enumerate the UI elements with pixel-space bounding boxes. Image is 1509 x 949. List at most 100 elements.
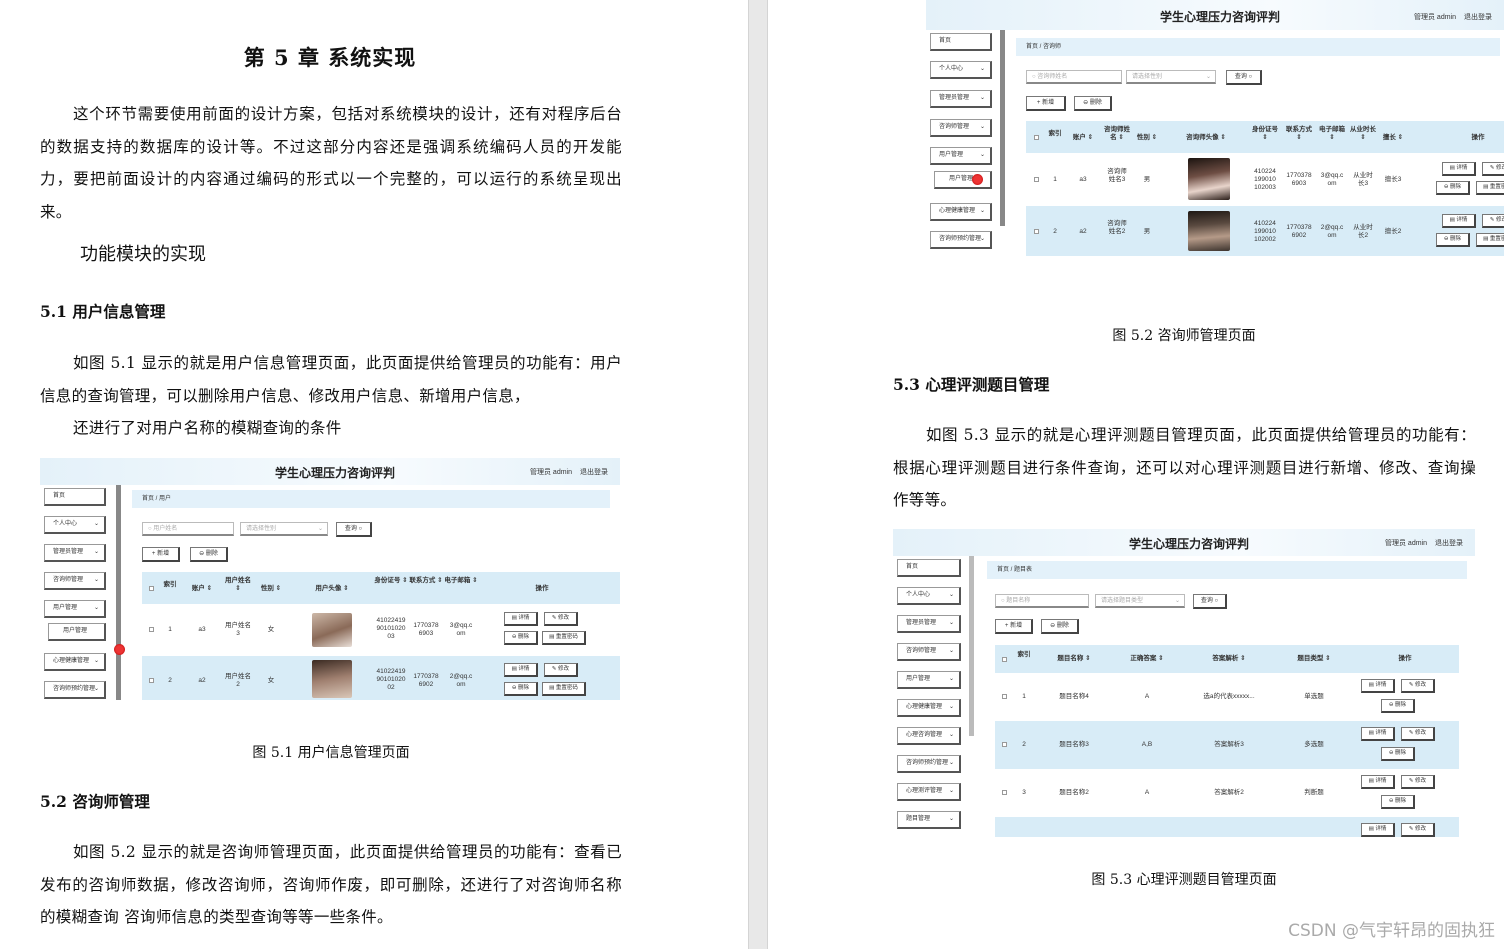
logout-link[interactable]: 退出登录 [1435, 540, 1463, 547]
table-row: 1 题目名称4 A 选a的代表xxxxx... 单选题 ▤ 详情 ✎ 修改 ⊖ … [995, 673, 1459, 721]
select-all-checkbox[interactable] [149, 586, 154, 591]
breadcrumb: 首页 / 咨询师 [1016, 38, 1500, 56]
sidebar-scrollbar[interactable] [116, 485, 121, 700]
cell-answer: A,B [1141, 741, 1153, 748]
sidebar-scrollbar[interactable] [969, 556, 974, 736]
add-button[interactable]: + 新增 [995, 619, 1033, 634]
detail-button[interactable]: ▤ 详情 [1442, 162, 1476, 176]
sidebar-subitem-users[interactable]: 用户管理 [934, 171, 992, 189]
search-input[interactable]: ○ 咨询师姓名 [1026, 70, 1122, 84]
sidebar-item-consultation[interactable]: 心理咨询管理 ⌄ [897, 727, 961, 745]
sidebar: 首页 个人中心 ⌄ 管理员管理 ⌄ 咨询师管理 ⌄ 用户管理 ⌄ 用户管理 心理健康管理… [40, 485, 118, 700]
app-header: 学生心理压力咨询评判 管理员 admin 退出登录 [40, 458, 620, 485]
sidebar-item-counselor[interactable]: 咨询师管理 ⌄ [897, 643, 961, 661]
sidebar-item-admin[interactable]: 管理员管理 ⌄ [44, 544, 106, 562]
delete-button[interactable]: ⊖ 删除 [1074, 96, 1112, 111]
question-type-select[interactable]: 请选择题目类型 ⌄ [1095, 594, 1185, 608]
search-input[interactable]: ○ 题目名称 [995, 594, 1089, 608]
sidebar-item-admin[interactable]: 管理员管理 ⌄ [930, 90, 992, 108]
row-delete-button[interactable]: ⊖ 删除 [504, 631, 538, 645]
figure-5-3-screenshot: 学生心理压力咨询评判 管理员 admin 退出登录 首页 个人中心 ⌄ 管理员管理 ⌄… [893, 529, 1475, 837]
edit-button[interactable]: ✎ 修改 [1401, 823, 1435, 837]
edit-button[interactable]: ✎ 修改 [544, 663, 578, 677]
sidebar-item-home[interactable]: 首页 [897, 559, 961, 577]
sidebar-scrollbar[interactable] [1000, 30, 1005, 226]
sidebar-item-profile[interactable]: 个人中心 ⌄ [44, 516, 106, 534]
sidebar-item-home[interactable]: 首页 [930, 33, 992, 51]
sidebar-item-questions[interactable]: 题目管理 ⌄ [897, 811, 961, 829]
sidebar-item-assessment[interactable]: 心理测评管理 ⌄ [897, 783, 961, 801]
row-delete-button[interactable]: ⊖ 删除 [1436, 233, 1470, 247]
row-checkbox[interactable] [1034, 229, 1039, 234]
row-checkbox[interactable] [1002, 790, 1007, 795]
reset-password-button[interactable]: ▤ 重置密码 [542, 631, 586, 645]
figure-5-2-screenshot: 学生心理压力咨询评判 管理员 admin 退出登录 首页 个人中心 ⌄ 管理员管理 ⌄… [926, 0, 1504, 256]
edit-button[interactable]: ✎ 修改 [1401, 679, 1435, 693]
edit-button[interactable]: ✎ 修改 [1482, 214, 1504, 228]
edit-button[interactable]: ✎ 修改 [1482, 162, 1504, 176]
search-input[interactable]: ○ 用户姓名 [142, 522, 234, 536]
logout-link[interactable]: 退出登录 [1464, 14, 1492, 21]
sidebar-item-mental-health[interactable]: 心理健康管理 ⌄ [44, 653, 106, 671]
edit-button[interactable]: ✎ 修改 [544, 612, 578, 626]
sidebar-item-mental-health[interactable]: 心理健康管理 ⌄ [897, 699, 961, 717]
sidebar-item-counselor[interactable]: 咨询师管理 ⌄ [930, 119, 992, 137]
reset-password-button[interactable]: ▤ 重置密码 [542, 682, 586, 696]
avatar [1188, 211, 1230, 251]
detail-button[interactable]: ▤ 详情 [504, 663, 538, 677]
sidebar-item-appointments[interactable]: 咨询师预约管理 ⌄ [44, 681, 106, 699]
sidebar-item-home[interactable]: 首页 [44, 488, 106, 506]
chevron-down-icon: ⌄ [948, 788, 954, 794]
sidebar-item-appointments[interactable]: 咨询师预约管理 ⌄ [897, 755, 961, 773]
sidebar-label: 管理员管理 [939, 95, 970, 101]
detail-button[interactable]: ▤ 详情 [1361, 679, 1395, 693]
sidebar-item-users[interactable]: 用户管理 ⌄ [930, 147, 992, 165]
gender-select[interactable]: 请选择性别 ⌄ [240, 522, 328, 536]
row-delete-button[interactable]: ⊖ 删除 [1381, 699, 1415, 713]
edit-button[interactable]: ✎ 修改 [1401, 727, 1435, 741]
chevron-down-icon: ⌄ [948, 732, 954, 738]
add-button[interactable]: + 新增 [142, 547, 180, 562]
sidebar-item-users[interactable]: 用户管理 ⌄ [44, 600, 106, 618]
reset-password-button[interactable]: ▤ 重置密码 [1476, 181, 1504, 195]
gender-select[interactable]: 请选择性别 ⌄ [1126, 70, 1216, 84]
detail-button[interactable]: ▤ 详情 [1442, 214, 1476, 228]
table-row: 2 a2 咨询师姓名2 男 410224199010102002 1770378… [1026, 206, 1504, 256]
detail-button[interactable]: ▤ 详情 [504, 612, 538, 626]
sidebar-item-mental-health[interactable]: 心理健康管理 ⌄ [930, 203, 992, 221]
delete-button[interactable]: ⊖ 删除 [190, 547, 228, 562]
select-all-checkbox[interactable] [1034, 135, 1039, 140]
search-button[interactable]: 查询 ○ [1193, 594, 1227, 609]
row-delete-button[interactable]: ⊖ 删除 [1381, 747, 1415, 761]
row-delete-button[interactable]: ⊖ 删除 [1381, 795, 1415, 809]
sidebar-item-profile[interactable]: 个人中心 ⌄ [930, 61, 992, 79]
cell-index: 2 [1022, 741, 1026, 748]
module-heading: 功能模块的实现 [80, 244, 206, 265]
sidebar-item-profile[interactable]: 个人中心 ⌄ [897, 587, 961, 605]
sidebar-item-appointments[interactable]: 咨询师预约管理 ⌄ [930, 231, 992, 249]
detail-button[interactable]: ▤ 详情 [1361, 823, 1395, 837]
row-checkbox[interactable] [1002, 694, 1007, 699]
search-button[interactable]: 查询 ○ [1226, 70, 1262, 85]
select-all-checkbox[interactable] [1002, 657, 1007, 662]
add-button[interactable]: + 新增 [1026, 96, 1066, 111]
row-delete-button[interactable]: ⊖ 删除 [504, 682, 538, 696]
detail-button[interactable]: ▤ 详情 [1361, 727, 1395, 741]
sidebar-item-admin[interactable]: 管理员管理 ⌄ [897, 615, 961, 633]
sidebar-item-counselor[interactable]: 咨询师管理 ⌄ [44, 572, 106, 590]
logout-link[interactable]: 退出登录 [580, 469, 608, 476]
search-button[interactable]: 查询 ○ [336, 522, 372, 537]
table-row: 3 题目名称2 A 答案解析2 判断题 ▤ 详情 ✎ 修改 ⊖ 删除 [995, 769, 1459, 817]
row-checkbox[interactable] [1034, 177, 1039, 182]
edit-button[interactable]: ✎ 修改 [1401, 775, 1435, 789]
reset-password-button[interactable]: ▤ 重置密码 [1476, 233, 1504, 247]
detail-button[interactable]: ▤ 详情 [1361, 775, 1395, 789]
row-checkbox[interactable] [1002, 742, 1007, 747]
sidebar-subitem-users[interactable]: 用户管理 [48, 623, 106, 641]
delete-button[interactable]: ⊖ 删除 [1041, 619, 1079, 634]
row-delete-button[interactable]: ⊖ 删除 [1436, 181, 1470, 195]
sidebar-item-users[interactable]: 用户管理 ⌄ [897, 671, 961, 689]
cell-email: 3@qq.com [1320, 172, 1344, 187]
row-checkbox[interactable] [149, 678, 154, 683]
row-checkbox[interactable] [149, 627, 154, 632]
